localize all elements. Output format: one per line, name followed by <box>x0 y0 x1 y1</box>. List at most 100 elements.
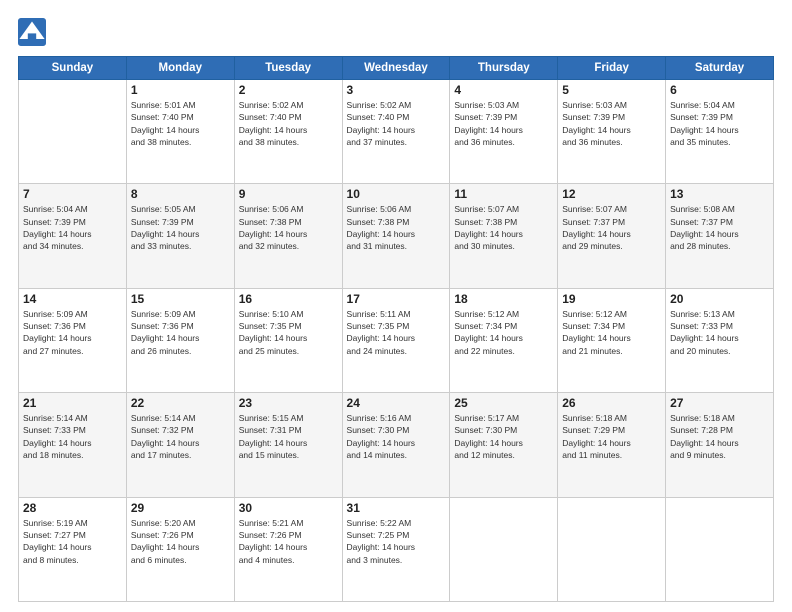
calendar-cell: 17Sunrise: 5:11 AM Sunset: 7:35 PM Dayli… <box>342 288 450 392</box>
day-number: 21 <box>23 396 122 410</box>
day-number: 8 <box>131 187 230 201</box>
weekday-header-saturday: Saturday <box>666 57 774 80</box>
day-number: 20 <box>670 292 769 306</box>
header <box>18 18 774 46</box>
calendar-cell <box>666 497 774 601</box>
cell-info: Sunrise: 5:09 AM Sunset: 7:36 PM Dayligh… <box>131 308 230 357</box>
cell-info: Sunrise: 5:06 AM Sunset: 7:38 PM Dayligh… <box>239 203 338 252</box>
cell-info: Sunrise: 5:18 AM Sunset: 7:29 PM Dayligh… <box>562 412 661 461</box>
day-number: 10 <box>347 187 446 201</box>
cell-info: Sunrise: 5:08 AM Sunset: 7:37 PM Dayligh… <box>670 203 769 252</box>
cell-info: Sunrise: 5:10 AM Sunset: 7:35 PM Dayligh… <box>239 308 338 357</box>
week-row-3: 14 Sunrise: 5:09 AM Sunset: 7:36 PM Dayli… <box>19 288 774 392</box>
day-number: 15 <box>131 292 230 306</box>
day-number: 26 <box>562 396 661 410</box>
calendar-cell: 4 Sunrise: 5:03 AM Sunset: 7:39 PM Daylig… <box>450 80 558 184</box>
calendar-cell: 28 Sunrise: 5:19 AM Sunset: 7:27 PM Dayli… <box>19 497 127 601</box>
day-number: 9 <box>239 187 338 201</box>
calendar-cell: 23 Sunrise: 5:15 AM Sunset: 7:31 PM Dayli… <box>234 393 342 497</box>
day-number: 29 <box>131 501 230 515</box>
calendar-cell: 21 Sunrise: 5:14 AM Sunset: 7:33 PM Dayli… <box>19 393 127 497</box>
day-number: 11 <box>454 187 553 201</box>
day-number: 7 <box>23 187 122 201</box>
calendar-cell: 13 Sunrise: 5:08 AM Sunset: 7:37 PM Dayli… <box>666 184 774 288</box>
cell-info: Sunrise: 5:17 AM Sunset: 7:30 PM Dayligh… <box>454 412 553 461</box>
day-number: 4 <box>454 83 553 97</box>
cell-info: Sunrise: 5:18 AM Sunset: 7:28 PM Dayligh… <box>670 412 769 461</box>
weekday-header-thursday: Thursday <box>450 57 558 80</box>
cell-info: Sunrise: 5:07 AM Sunset: 7:37 PM Dayligh… <box>562 203 661 252</box>
calendar-cell: 25 Sunrise: 5:17 AM Sunset: 7:30 PM Dayli… <box>450 393 558 497</box>
week-row-1: 1Sunrise: 5:01 AM Sunset: 7:40 PM Daylig… <box>19 80 774 184</box>
day-number: 18 <box>454 292 553 306</box>
calendar-cell: 18 Sunrise: 5:12 AM Sunset: 7:34 PM Dayli… <box>450 288 558 392</box>
calendar-cell: 19 Sunrise: 5:12 AM Sunset: 7:34 PM Dayli… <box>558 288 666 392</box>
day-number: 27 <box>670 396 769 410</box>
calendar-table: SundayMondayTuesdayWednesdayThursdayFrid… <box>18 56 774 602</box>
cell-info: Sunrise: 5:14 AM Sunset: 7:33 PM Dayligh… <box>23 412 122 461</box>
cell-info: Sunrise: 5:12 AM Sunset: 7:34 PM Dayligh… <box>454 308 553 357</box>
calendar-cell: 3 Sunrise: 5:02 AM Sunset: 7:40 PM Daylig… <box>342 80 450 184</box>
cell-info: Sunrise: 5:15 AM Sunset: 7:31 PM Dayligh… <box>239 412 338 461</box>
cell-info: Sunrise: 5:19 AM Sunset: 7:27 PM Dayligh… <box>23 517 122 566</box>
calendar-cell: 31Sunrise: 5:22 AM Sunset: 7:25 PM Dayli… <box>342 497 450 601</box>
weekday-header-friday: Friday <box>558 57 666 80</box>
calendar-cell: 5 Sunrise: 5:03 AM Sunset: 7:39 PM Daylig… <box>558 80 666 184</box>
cell-info: Sunrise: 5:12 AM Sunset: 7:34 PM Dayligh… <box>562 308 661 357</box>
day-number: 19 <box>562 292 661 306</box>
week-row-4: 21 Sunrise: 5:14 AM Sunset: 7:33 PM Dayli… <box>19 393 774 497</box>
cell-info: Sunrise: 5:03 AM Sunset: 7:39 PM Dayligh… <box>454 99 553 148</box>
calendar-cell: 10Sunrise: 5:06 AM Sunset: 7:38 PM Dayli… <box>342 184 450 288</box>
calendar-cell: 30 Sunrise: 5:21 AM Sunset: 7:26 PM Dayli… <box>234 497 342 601</box>
cell-info: Sunrise: 5:21 AM Sunset: 7:26 PM Dayligh… <box>239 517 338 566</box>
day-number: 31 <box>347 501 446 515</box>
calendar-cell: 14Sunrise: 5:09 AM Sunset: 7:36 PM Dayli… <box>19 288 127 392</box>
day-number: 3 <box>347 83 446 97</box>
day-number: 5 <box>562 83 661 97</box>
calendar-cell: 9 Sunrise: 5:06 AM Sunset: 7:38 PM Daylig… <box>234 184 342 288</box>
calendar-cell: 27 Sunrise: 5:18 AM Sunset: 7:28 PM Dayli… <box>666 393 774 497</box>
calendar-cell <box>19 80 127 184</box>
day-number: 23 <box>239 396 338 410</box>
day-number: 28 <box>23 501 122 515</box>
calendar-cell: 20 Sunrise: 5:13 AM Sunset: 7:33 PM Dayli… <box>666 288 774 392</box>
calendar-cell <box>558 497 666 601</box>
cell-info: Sunrise: 5:04 AM Sunset: 7:39 PM Dayligh… <box>670 99 769 148</box>
calendar-cell: 8Sunrise: 5:05 AM Sunset: 7:39 PM Daylig… <box>126 184 234 288</box>
cell-info: Sunrise: 5:14 AM Sunset: 7:32 PM Dayligh… <box>131 412 230 461</box>
cell-info: Sunrise: 5:02 AM Sunset: 7:40 PM Dayligh… <box>347 99 446 148</box>
day-number: 22 <box>131 396 230 410</box>
day-number: 13 <box>670 187 769 201</box>
cell-info: Sunrise: 5:03 AM Sunset: 7:39 PM Dayligh… <box>562 99 661 148</box>
weekday-header-sunday: Sunday <box>19 57 127 80</box>
calendar-cell: 24Sunrise: 5:16 AM Sunset: 7:30 PM Dayli… <box>342 393 450 497</box>
calendar-cell: 11 Sunrise: 5:07 AM Sunset: 7:38 PM Dayli… <box>450 184 558 288</box>
calendar-cell: 16Sunrise: 5:10 AM Sunset: 7:35 PM Dayli… <box>234 288 342 392</box>
logo <box>18 18 50 46</box>
day-number: 30 <box>239 501 338 515</box>
cell-info: Sunrise: 5:16 AM Sunset: 7:30 PM Dayligh… <box>347 412 446 461</box>
day-number: 17 <box>347 292 446 306</box>
calendar-cell: 2Sunrise: 5:02 AM Sunset: 7:40 PM Daylig… <box>234 80 342 184</box>
weekday-header-tuesday: Tuesday <box>234 57 342 80</box>
calendar-cell: 6 Sunrise: 5:04 AM Sunset: 7:39 PM Daylig… <box>666 80 774 184</box>
calendar-cell: 7 Sunrise: 5:04 AM Sunset: 7:39 PM Daylig… <box>19 184 127 288</box>
week-row-2: 7 Sunrise: 5:04 AM Sunset: 7:39 PM Daylig… <box>19 184 774 288</box>
day-number: 14 <box>23 292 122 306</box>
weekday-header-row: SundayMondayTuesdayWednesdayThursdayFrid… <box>19 57 774 80</box>
week-row-5: 28 Sunrise: 5:19 AM Sunset: 7:27 PM Dayli… <box>19 497 774 601</box>
day-number: 12 <box>562 187 661 201</box>
cell-info: Sunrise: 5:20 AM Sunset: 7:26 PM Dayligh… <box>131 517 230 566</box>
cell-info: Sunrise: 5:01 AM Sunset: 7:40 PM Dayligh… <box>131 99 230 148</box>
day-number: 25 <box>454 396 553 410</box>
cell-info: Sunrise: 5:04 AM Sunset: 7:39 PM Dayligh… <box>23 203 122 252</box>
calendar-cell: 26 Sunrise: 5:18 AM Sunset: 7:29 PM Dayli… <box>558 393 666 497</box>
logo-icon <box>18 18 46 46</box>
calendar-cell: 1Sunrise: 5:01 AM Sunset: 7:40 PM Daylig… <box>126 80 234 184</box>
calendar-cell <box>450 497 558 601</box>
day-number: 6 <box>670 83 769 97</box>
weekday-header-monday: Monday <box>126 57 234 80</box>
cell-info: Sunrise: 5:07 AM Sunset: 7:38 PM Dayligh… <box>454 203 553 252</box>
cell-info: Sunrise: 5:13 AM Sunset: 7:33 PM Dayligh… <box>670 308 769 357</box>
calendar-cell: 15 Sunrise: 5:09 AM Sunset: 7:36 PM Dayli… <box>126 288 234 392</box>
